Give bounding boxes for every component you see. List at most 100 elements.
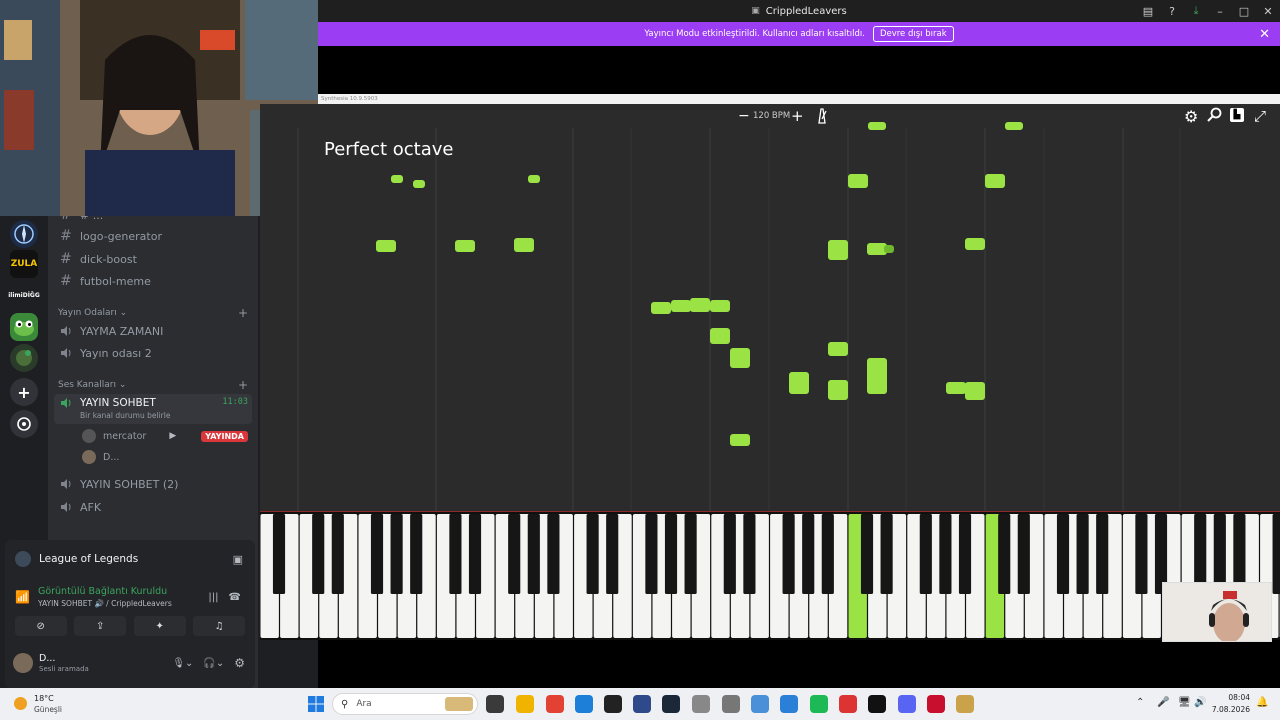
black-key[interactable] <box>272 514 286 594</box>
add-channel-icon[interactable]: + <box>238 306 248 320</box>
black-key[interactable] <box>370 514 384 594</box>
black-key[interactable] <box>802 514 815 594</box>
soundboard-button[interactable]: ♫ <box>193 616 246 636</box>
black-key[interactable] <box>1076 514 1089 594</box>
tempo-increase-button[interactable]: + <box>791 107 804 125</box>
clock-time[interactable]: 08:04 <box>1210 693 1250 702</box>
volume-icon[interactable]: 🔊 <box>1194 697 1206 708</box>
add-channel-icon[interactable]: + <box>238 378 248 392</box>
task-view-icon[interactable] <box>486 695 504 713</box>
black-key[interactable] <box>1096 514 1109 594</box>
close-button[interactable]: ✕ <box>1256 5 1280 18</box>
help-icon[interactable]: ? <box>1160 5 1184 18</box>
maximize-button[interactable]: □ <box>1232 5 1256 18</box>
black-key[interactable] <box>743 514 756 594</box>
black-key[interactable] <box>410 514 423 594</box>
black-key[interactable] <box>939 514 952 594</box>
black-key[interactable] <box>547 514 560 594</box>
screen-share-button[interactable]: ⇪ <box>74 616 127 636</box>
metronome-icon[interactable] <box>816 108 828 128</box>
outlook-icon[interactable] <box>575 695 593 713</box>
black-key[interactable] <box>880 514 893 594</box>
snipping-icon[interactable] <box>751 695 769 713</box>
minimize-button[interactable]: – <box>1208 5 1232 18</box>
channel-dick-boost[interactable]: # dick-boost <box>54 248 252 270</box>
black-key[interactable] <box>919 514 932 594</box>
file-explorer-icon[interactable] <box>516 695 534 713</box>
weather-sun-icon[interactable] <box>14 697 27 710</box>
voice-user-d[interactable]: D... <box>76 446 252 468</box>
obs-icon[interactable] <box>604 695 622 713</box>
channel-futbol-meme[interactable]: # futbol-meme <box>54 270 252 292</box>
channel-yayin-sohbet[interactable]: YAYIN SOHBET Bir kanal durumu belirle 11… <box>54 394 252 424</box>
discord-icon[interactable] <box>898 695 916 713</box>
disconnect-icon[interactable]: ☎ <box>229 592 241 603</box>
activities-button[interactable]: ✦ <box>133 616 186 636</box>
black-key[interactable] <box>390 514 403 594</box>
start-windows-icon[interactable] <box>308 696 324 716</box>
chrome-icon[interactable] <box>546 695 564 713</box>
black-key[interactable] <box>449 514 462 594</box>
black-key[interactable] <box>527 514 540 594</box>
black-key[interactable] <box>645 514 658 594</box>
network-icon[interactable]: 🖥 <box>1178 697 1191 708</box>
channel-yayin-odasi-2[interactable]: Yayın odası 2 <box>54 342 252 364</box>
channel-logo-generator[interactable]: # logo-generator <box>54 225 252 247</box>
taskbar-search[interactable]: ⚲ Ara <box>332 693 478 715</box>
black-key[interactable] <box>664 514 678 594</box>
channel-status-hint[interactable]: Bir kanal durumu belirle <box>80 411 170 420</box>
black-key[interactable] <box>468 514 482 594</box>
download-icon[interactable]: ⤓ <box>1184 4 1208 18</box>
explore-icon[interactable] <box>10 410 38 438</box>
activity-settings-icon[interactable]: ▣ <box>233 553 243 566</box>
record-icon[interactable] <box>927 695 945 713</box>
black-key[interactable] <box>684 514 697 594</box>
channel-yayin-sohbet-2[interactable]: YAYIN SOHBET (2) <box>54 473 252 495</box>
black-key[interactable] <box>782 514 795 594</box>
server-icon-green[interactable] <box>10 344 38 372</box>
black-key[interactable] <box>312 514 325 594</box>
headphones-icon[interactable]: 🎧⌄ <box>203 658 224 669</box>
black-key[interactable] <box>508 514 521 594</box>
channel-yayma-zamani[interactable]: YAYMA ZAMANI <box>54 320 252 342</box>
black-key[interactable] <box>606 514 619 594</box>
settings-gear-icon[interactable]: ⚙ <box>1184 107 1198 126</box>
tempo-decrease-button[interactable]: − <box>738 108 750 124</box>
close-banner-icon[interactable]: ✕ <box>1259 27 1270 42</box>
lighting-icon[interactable] <box>839 695 857 713</box>
disable-streamer-mode-button[interactable]: Devre dışı bırak <box>872 26 954 42</box>
fullscreen-icon[interactable]: ⤢ <box>1254 107 1266 125</box>
inbox-icon[interactable]: ▤ <box>1136 5 1160 18</box>
black-key[interactable] <box>860 514 874 594</box>
device-icon[interactable] <box>722 695 740 713</box>
activity-row[interactable]: League of Legends ▣ <box>5 548 255 570</box>
chevron-up-icon[interactable]: ⌃ <box>1136 697 1144 708</box>
synthesia-icon[interactable] <box>868 695 886 713</box>
camera-off-button[interactable]: ⊘ <box>14 616 67 636</box>
user-avatar[interactable] <box>13 653 33 673</box>
display-mode-icon[interactable]: ▙ <box>1230 108 1244 122</box>
league-icon[interactable] <box>956 695 974 713</box>
black-key[interactable] <box>1135 514 1148 594</box>
server-icon-frog[interactable] <box>10 313 38 341</box>
voice-user-mercator[interactable]: mercator ▶ YAYINDA <box>76 425 252 447</box>
black-key[interactable] <box>1017 514 1030 594</box>
black-key[interactable] <box>998 514 1011 594</box>
user-settings-icon[interactable]: ⚙ <box>234 656 245 670</box>
microphone-icon[interactable]: 🎙⌄ <box>172 658 193 669</box>
add-server-icon[interactable]: + <box>10 378 38 406</box>
black-key[interactable] <box>958 514 972 594</box>
black-key[interactable] <box>331 514 344 594</box>
server-icon-ilimidig[interactable]: ilimiDİĞG <box>8 281 40 309</box>
server-icon-compass[interactable] <box>10 220 38 248</box>
black-key[interactable] <box>821 514 834 594</box>
black-key[interactable] <box>723 514 736 594</box>
zoom-icon[interactable] <box>1207 107 1223 127</box>
category-stream-rooms[interactable]: Yayın Odaları ⌄ + <box>58 306 248 320</box>
app-icon[interactable] <box>633 695 651 713</box>
black-key[interactable] <box>1272 514 1280 594</box>
category-voice[interactable]: Ses Kanalları ⌄ + <box>58 378 248 392</box>
channel-afk[interactable]: AFK <box>54 496 252 518</box>
black-key[interactable] <box>586 514 599 594</box>
calculator-icon[interactable] <box>692 695 710 713</box>
